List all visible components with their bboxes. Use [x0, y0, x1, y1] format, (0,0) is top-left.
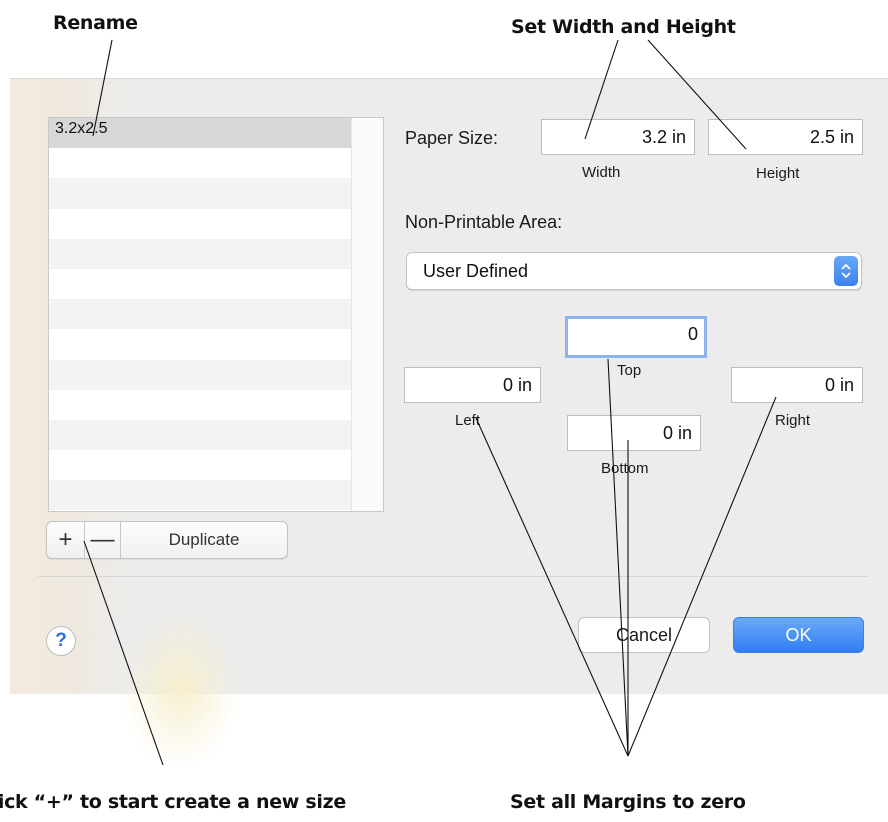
rename-callout-line	[92, 39, 113, 137]
left-margin-callout-line	[475, 417, 629, 757]
callout-lines	[83, 39, 777, 766]
top-margin-callout-line	[607, 358, 629, 757]
width-callout-line	[584, 39, 619, 140]
height-callout-line	[647, 39, 747, 150]
plus-callout-line	[83, 540, 164, 766]
right-margin-callout-line	[627, 396, 777, 757]
